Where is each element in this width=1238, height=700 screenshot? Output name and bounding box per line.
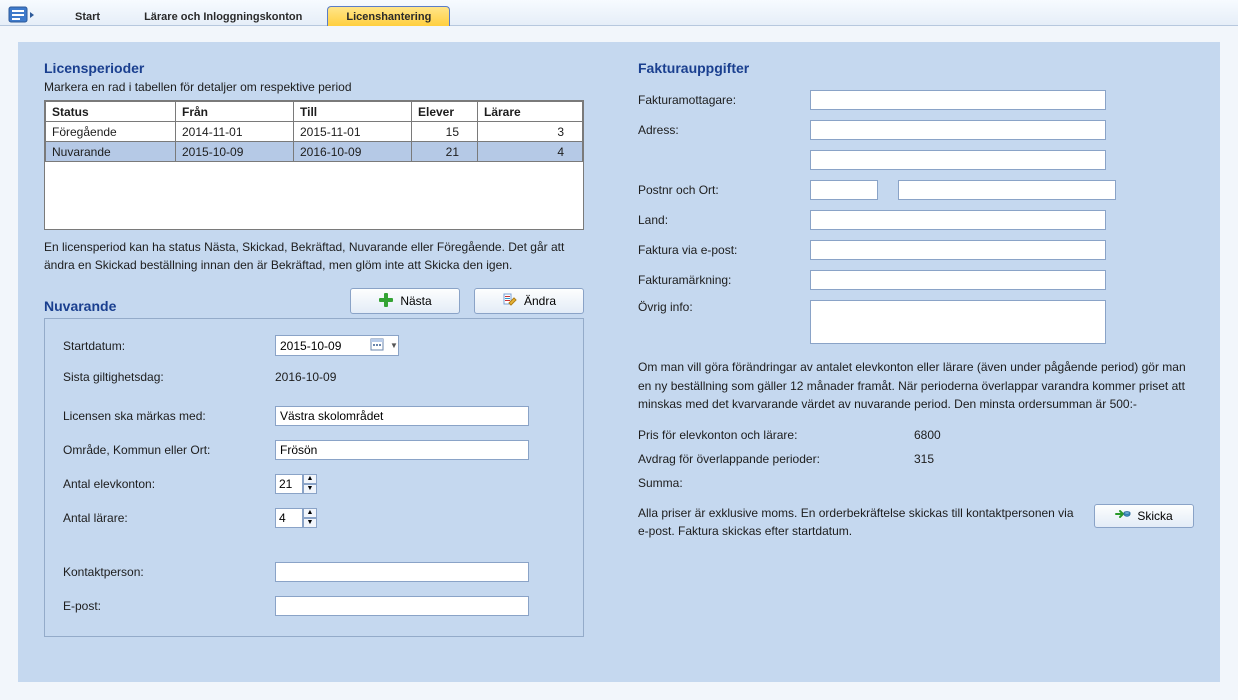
left-column: Licensperioder Markera en rad i tabellen…: [44, 56, 584, 637]
send-icon: [1115, 507, 1131, 524]
contact-label: Kontaktperson:: [63, 565, 263, 579]
start-date-field[interactable]: [280, 339, 364, 353]
cell-status: Nuvarande: [46, 142, 176, 162]
tab-teachers[interactable]: Lärare och Inloggningskonton: [125, 6, 321, 26]
send-button[interactable]: Skicka: [1094, 504, 1194, 528]
cell-status: Föregående: [46, 122, 176, 142]
table-row[interactable]: Föregående2014-11-012015-11-01153: [46, 122, 583, 142]
table-row[interactable]: Nuvarande2015-10-092016-10-09214: [46, 142, 583, 162]
info-field[interactable]: [810, 300, 1106, 344]
email-label: E-post:: [63, 599, 263, 613]
invoice-email-field[interactable]: [810, 240, 1106, 260]
edit-button-label: Ändra: [524, 294, 556, 308]
postcode-field[interactable]: [810, 180, 878, 200]
price-value: 6800: [914, 428, 941, 442]
contact-field[interactable]: [275, 562, 529, 582]
area-field[interactable]: [275, 440, 529, 460]
pupils-step-down[interactable]: ▼: [303, 484, 317, 494]
end-value: 2016-10-09: [275, 370, 336, 384]
next-button-label: Nästa: [400, 294, 431, 308]
sum-label: Summa:: [638, 476, 902, 490]
cell-teachers: 4: [478, 142, 583, 162]
edit-button[interactable]: Ändra: [474, 288, 584, 314]
periods-heading: Licensperioder: [44, 60, 584, 76]
city-field[interactable]: [898, 180, 1116, 200]
col-pupils[interactable]: Elever: [412, 102, 478, 122]
cell-teachers: 3: [478, 122, 583, 142]
teachers-step-down[interactable]: ▼: [303, 518, 317, 528]
start-date-picker[interactable]: ▼: [275, 335, 399, 356]
deduct-value: 315: [914, 452, 934, 466]
periods-table[interactable]: Status Från Till Elever Lärare Föregåend…: [45, 101, 583, 162]
top-tabbar: Start Lärare och Inloggningskonton Licen…: [0, 0, 1238, 26]
cell-from: 2014-11-01: [176, 122, 294, 142]
teachers-field[interactable]: [275, 508, 303, 528]
periods-subtext: Markera en rad i tabellen för detaljer o…: [44, 80, 584, 94]
address-label: Adress:: [638, 123, 798, 137]
tab-license[interactable]: Licenshantering: [327, 6, 450, 26]
deduct-label: Avdrag för överlappande perioder:: [638, 452, 902, 466]
order-note: Om man vill göra förändringar av antalet…: [638, 358, 1194, 414]
next-button[interactable]: Nästa: [350, 288, 460, 314]
right-column: Fakturauppgifter Fakturamottagare: Adres…: [638, 56, 1194, 540]
cell-pupils: 15: [412, 122, 478, 142]
teachers-step-up[interactable]: ▲: [303, 508, 317, 518]
email-field[interactable]: [275, 596, 529, 616]
current-groupbox: Startdatum: ▼ Sista giltighetsdag: 2016-…: [44, 318, 584, 637]
area-label: Område, Kommun eller Ort:: [63, 443, 263, 457]
app-menu-icon[interactable]: [6, 5, 38, 25]
col-status[interactable]: Status: [46, 102, 176, 122]
pupils-step-up[interactable]: ▲: [303, 474, 317, 484]
cell-from: 2015-10-09: [176, 142, 294, 162]
marking-field[interactable]: [810, 270, 1106, 290]
pupils-label: Antal elevkonton:: [63, 477, 263, 491]
cell-to: 2015-11-01: [294, 122, 412, 142]
pricing-block: Pris för elevkonton och lärare: 6800 Avd…: [638, 428, 1194, 490]
send-button-label: Skicka: [1137, 509, 1172, 523]
info-label: Övrig info:: [638, 300, 798, 314]
start-label: Startdatum:: [63, 339, 263, 353]
mark-label: Licensen ska märkas med:: [63, 409, 263, 423]
tab-start[interactable]: Start: [56, 6, 119, 26]
pupils-field[interactable]: [275, 474, 303, 494]
plus-icon: [378, 292, 394, 311]
marking-label: Fakturamärkning:: [638, 273, 798, 287]
country-label: Land:: [638, 213, 798, 227]
address1-field[interactable]: [810, 120, 1106, 140]
calendar-icon[interactable]: [370, 337, 384, 354]
price-label: Pris för elevkonton och lärare:: [638, 428, 902, 442]
periods-note: En licensperiod kan ha status Nästa, Ski…: [44, 238, 584, 274]
recipient-label: Fakturamottagare:: [638, 93, 798, 107]
edit-icon: [502, 292, 518, 311]
cell-to: 2016-10-09: [294, 142, 412, 162]
cell-pupils: 21: [412, 142, 478, 162]
mark-field[interactable]: [275, 406, 529, 426]
dropdown-icon[interactable]: ▼: [390, 341, 398, 350]
address2-field[interactable]: [810, 150, 1106, 170]
country-field[interactable]: [810, 210, 1106, 230]
teachers-label: Antal lärare:: [63, 511, 263, 525]
invoice-form: Fakturamottagare: Adress: Postnr och Ort…: [638, 90, 1194, 344]
invoice-email-label: Faktura via e-post:: [638, 243, 798, 257]
col-to[interactable]: Till: [294, 102, 412, 122]
periods-table-wrap: Status Från Till Elever Lärare Föregåend…: [44, 100, 584, 230]
teachers-stepper[interactable]: ▲ ▼: [275, 508, 317, 528]
main-panel: Licensperioder Markera en rad i tabellen…: [18, 42, 1220, 682]
invoice-heading: Fakturauppgifter: [638, 60, 1194, 76]
post-label: Postnr och Ort:: [638, 183, 798, 197]
col-teachers[interactable]: Lärare: [478, 102, 583, 122]
pupils-stepper[interactable]: ▲ ▼: [275, 474, 317, 494]
current-heading: Nuvarande: [44, 298, 116, 314]
col-from[interactable]: Från: [176, 102, 294, 122]
recipient-field[interactable]: [810, 90, 1106, 110]
final-note: Alla priser är exklusive moms. En orderb…: [638, 504, 1076, 540]
end-label: Sista giltighetsdag:: [63, 370, 263, 384]
